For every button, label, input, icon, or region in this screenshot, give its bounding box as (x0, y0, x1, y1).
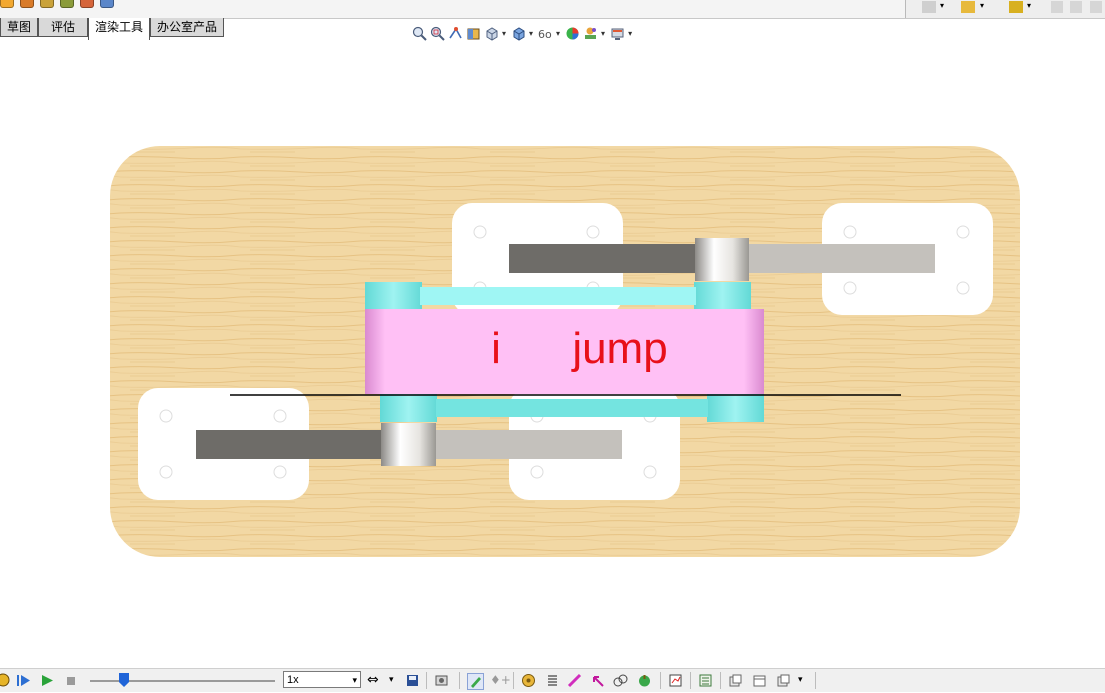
motion-study-properties-icon[interactable] (698, 673, 713, 688)
top-toolbar: ▾ ▾ ▾ (0, 0, 1105, 19)
upper-roller (695, 238, 749, 281)
animation-wizard-icon[interactable] (434, 673, 449, 688)
playback-slider-thumb[interactable] (119, 673, 129, 687)
playback-speed-value: 1x (287, 674, 299, 686)
options-icon[interactable] (60, 0, 74, 8)
rebuild-icon[interactable] (40, 0, 54, 8)
more-icon[interactable] (1090, 1, 1102, 13)
label-band (365, 309, 764, 394)
tab-render-tools[interactable]: 渲染工具 (88, 18, 151, 40)
label-text-jump: jump (570, 324, 667, 373)
display-style-dropdown-icon[interactable]: ▾ (529, 29, 533, 38)
display-style-icon[interactable] (511, 26, 526, 41)
save-icon[interactable] (1070, 1, 1082, 13)
print-icon[interactable] (1051, 1, 1063, 13)
label-text-i: i (491, 324, 501, 373)
appearance-icon[interactable] (1009, 1, 1023, 13)
motion-study-toolbar: 1x ▾ ⇔ ▾ ♦+ ▾ (0, 668, 1105, 692)
graphics-viewport[interactable]: i jump (0, 0, 1105, 691)
heads-up-view-toolbar: ▾ ▾ 6о ▾ ▾ ▾ (412, 24, 634, 42)
new-document-icon[interactable] (0, 0, 14, 8)
copy-study-dropdown-icon[interactable]: ▾ (798, 673, 813, 688)
tab-evaluate[interactable]: 评估 (38, 18, 89, 37)
damper-icon[interactable] (567, 673, 582, 688)
select-icon[interactable] (100, 0, 114, 8)
view-orientation-dropdown-icon[interactable]: ▾ (502, 29, 506, 38)
copy-study-icon[interactable] (776, 673, 791, 688)
tab-sketch[interactable]: 草图 (0, 18, 39, 37)
svg-text:6о: 6о (538, 28, 552, 41)
collapse-study-icon[interactable] (728, 673, 743, 688)
stop-icon[interactable] (64, 673, 79, 688)
view-settings-dropdown-icon[interactable]: ▾ (628, 29, 632, 38)
play-from-start-icon[interactable] (16, 673, 31, 688)
undo-icon[interactable] (80, 0, 94, 8)
view-settings-icon[interactable] (610, 26, 625, 41)
hide-show-icon[interactable]: 6о (538, 26, 553, 41)
lower-roller (381, 423, 436, 466)
hide-show-dropdown-icon[interactable]: ▾ (556, 29, 560, 38)
file-dropdown-icon[interactable]: ▾ (940, 1, 948, 13)
autokey-icon[interactable] (467, 673, 484, 690)
motor-icon[interactable] (521, 673, 536, 688)
clipboard-dropdown-icon[interactable]: ▾ (980, 1, 988, 13)
previous-view-icon[interactable] (448, 26, 463, 41)
clipboard-icon[interactable] (961, 1, 975, 13)
section-view-icon[interactable] (466, 26, 481, 41)
results-plots-icon[interactable] (668, 673, 683, 688)
add-key-icon[interactable]: ♦+ (490, 673, 511, 688)
force-icon[interactable] (590, 673, 605, 688)
appearance-dropdown-icon[interactable]: ▾ (1027, 1, 1035, 13)
chevron-down-icon: ▾ (352, 675, 357, 685)
apply-scene-icon[interactable] (583, 26, 598, 41)
open-document-icon[interactable] (20, 0, 34, 8)
view-orientation-icon[interactable] (484, 26, 499, 41)
spring-icon[interactable] (545, 673, 560, 688)
document-properties-icon[interactable] (922, 1, 936, 13)
play-icon[interactable] (40, 673, 55, 688)
playback-mode-dropdown-icon[interactable]: ▾ (389, 673, 404, 688)
contact-icon[interactable] (613, 673, 628, 688)
gravity-icon[interactable] (637, 673, 652, 688)
zoom-to-fit-icon[interactable] (412, 26, 427, 41)
calendar-icon[interactable] (752, 673, 767, 688)
edit-appearance-icon[interactable] (565, 26, 580, 41)
tab-office-products[interactable]: 办公室产品 (150, 18, 225, 37)
top-right-toolbar: ▾ ▾ ▾ (905, 0, 1105, 18)
playback-speed-select[interactable]: 1x ▾ (283, 671, 361, 688)
zoom-area-icon[interactable] (430, 26, 445, 41)
playback-mode-icon[interactable]: ⇔ (367, 673, 382, 688)
calculate-icon[interactable] (0, 673, 11, 688)
command-manager-tabs: 草图 评估 渲染工具 办公室产品 (0, 18, 225, 40)
playback-slider-track[interactable] (90, 680, 275, 682)
apply-scene-dropdown-icon[interactable]: ▾ (601, 29, 605, 38)
save-animation-icon[interactable] (405, 673, 420, 688)
